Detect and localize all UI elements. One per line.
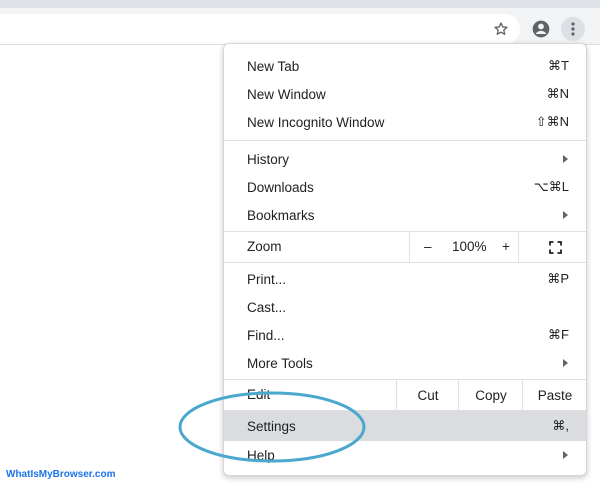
menu-item-help[interactable]: Help [224,441,586,469]
submenu-arrow-icon [563,451,568,459]
browser-toolbar [0,0,600,45]
shortcut-label: ⌘N [546,86,569,101]
paste-label: Paste [537,387,573,403]
submenu-arrow-icon [563,211,568,219]
zoom-in-button[interactable]: + [502,239,510,254]
menu-item-find[interactable]: Find... ⌘F [224,321,586,349]
menu-item-settings[interactable]: Settings ⌘, [224,411,586,441]
menu-item-cast[interactable]: Cast... [224,293,586,321]
menu-item-label: Help [247,447,275,463]
chrome-main-menu: New Tab ⌘T New Window ⌘N New Incognito W… [223,43,587,476]
watermark: WhatIsMyBrowser.com [6,469,116,480]
copy-button[interactable]: Copy [458,380,523,410]
shortcut-label: ⌥⌘L [533,179,569,194]
menu-item-label: New Window [247,86,326,102]
cut-button[interactable]: Cut [396,380,459,410]
menu-item-history[interactable]: History [224,145,586,173]
submenu-arrow-icon [563,155,568,163]
shortcut-label: ⌘T [548,58,569,73]
menu-item-bookmarks[interactable]: Bookmarks [224,201,586,229]
zoom-level: 100% [452,239,487,254]
zoom-label: Zoom [247,239,282,254]
cut-label: Cut [417,387,439,403]
shortcut-label: ⌘P [547,271,569,286]
submenu-arrow-icon [563,359,568,367]
tab-strip [0,0,600,8]
menu-item-label: Find... [247,327,285,343]
shortcut-label: ⌘F [548,327,569,342]
zoom-out-button[interactable]: – [424,239,432,254]
menu-divider [224,262,586,263]
shortcut-label: ⇧⌘N [535,114,569,129]
menu-item-more-tools[interactable]: More Tools [224,349,586,377]
menu-item-zoom: Zoom – 100% + [224,232,586,262]
star-icon[interactable] [489,17,513,41]
menu-item-label: Settings [247,418,296,434]
kebab-menu-icon[interactable] [561,17,585,41]
shortcut-label: ⌘, [552,418,569,433]
menu-item-label: More Tools [247,355,313,371]
menu-divider [224,140,586,141]
fullscreen-icon[interactable] [549,241,562,254]
paste-button[interactable]: Paste [522,380,587,410]
menu-item-new-window[interactable]: New Window ⌘N [224,80,586,108]
menu-item-label: History [247,151,290,167]
menu-item-label: New Tab [247,58,300,74]
menu-item-label: Print... [247,271,287,287]
menu-item-label: Downloads [247,179,314,195]
menu-item-new-tab[interactable]: New Tab ⌘T [224,52,586,80]
copy-label: Copy [475,387,507,403]
menu-item-label: Bookmarks [247,207,315,223]
zoom-control: – 100% + [409,232,519,262]
menu-item-downloads[interactable]: Downloads ⌥⌘L [224,173,586,201]
menu-item-new-incognito-window[interactable]: New Incognito Window ⇧⌘N [224,108,586,136]
menu-item-print[interactable]: Print... ⌘P [224,265,586,293]
menu-item-edit: Edit Cut Copy Paste [224,380,586,410]
menu-item-label: New Incognito Window [247,114,385,130]
address-bar[interactable] [0,14,520,44]
menu-item-label: Cast... [247,299,287,315]
profile-icon[interactable] [529,17,553,41]
edit-label: Edit [247,387,271,402]
